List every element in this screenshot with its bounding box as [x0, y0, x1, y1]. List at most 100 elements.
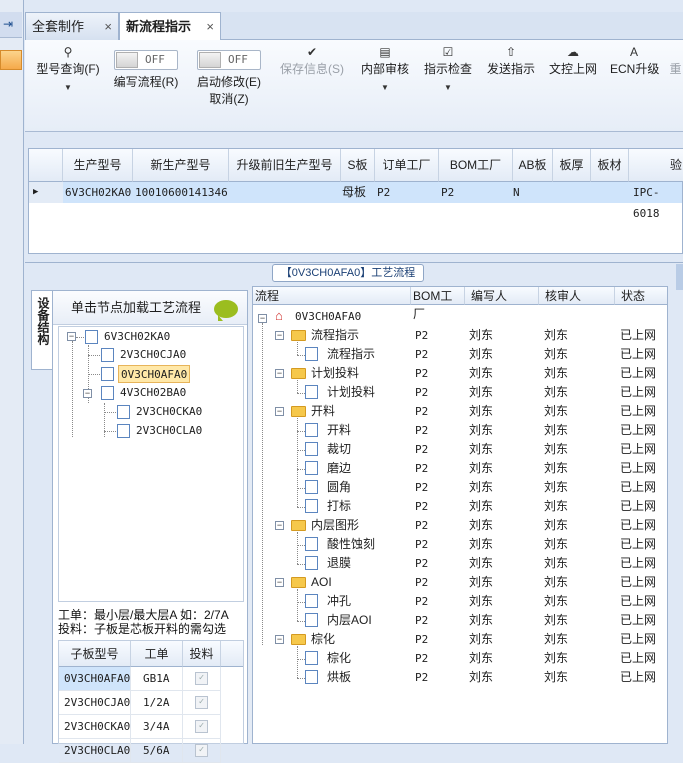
splitter[interactable]	[668, 290, 683, 744]
subboard-model[interactable]: 0V3CH0AFA0	[59, 667, 131, 691]
subboard-model[interactable]: 2V3CH0CLA0	[59, 739, 131, 763]
subboard-model[interactable]: 2V3CH0CKA0	[59, 715, 131, 739]
column-header[interactable]: 新生产型号	[133, 149, 229, 182]
grid-cell[interactable]	[553, 182, 591, 203]
column-header[interactable]: 流程	[253, 287, 411, 305]
status: 已上网	[620, 613, 657, 627]
left-active-item[interactable]	[0, 50, 22, 70]
tree-root[interactable]: 0V3CH0AFA0	[295, 307, 361, 326]
grid-cell[interactable]: IPC-6018	[629, 182, 682, 220]
feed-checkbox[interactable]: ✓	[195, 744, 208, 757]
subboard-order[interactable]: 5/6A	[131, 739, 183, 763]
subboard-order[interactable]: 3/4A	[131, 715, 183, 739]
tree-node[interactable]: 2V3CH0CLA0	[136, 422, 202, 440]
status: 已上网	[620, 670, 657, 684]
column-header[interactable]: 订单工厂	[375, 149, 439, 182]
document-icon	[85, 330, 98, 344]
document-icon	[305, 385, 318, 399]
feed-checkbox[interactable]: ✓	[195, 672, 208, 685]
column-header[interactable]: 升级前旧生产型号	[229, 149, 341, 182]
document-icon	[305, 461, 318, 475]
subboard-model[interactable]: 2V3CH0CJA0	[59, 691, 131, 715]
collapse-icon[interactable]: −	[67, 332, 76, 341]
column-header[interactable]: 状态	[615, 287, 667, 305]
column-header[interactable]: BOM工厂	[411, 287, 465, 321]
column-header[interactable]: BOM工厂	[439, 149, 513, 182]
collapse-icon[interactable]: −	[275, 331, 284, 340]
bom-factory: P2	[415, 329, 429, 342]
auditor: 刘东	[544, 347, 569, 361]
auditor: 刘东	[544, 556, 569, 570]
ecn-upgrade-button[interactable]: A ECN升级	[610, 44, 659, 77]
grid-cell[interactable]: P2	[439, 182, 513, 203]
check-instruction-button[interactable]: ☑ 指示检查 ▼	[422, 44, 474, 92]
tree-node[interactable]: 6V3CH02KA0	[104, 328, 170, 346]
send-instruction-button[interactable]: ⇧ 发送指示	[485, 44, 537, 77]
column-header[interactable]: 板材	[591, 149, 629, 182]
column-header[interactable]: 板厚	[553, 149, 591, 182]
auditor: 刘东	[544, 423, 569, 437]
collapse-icon[interactable]: −	[275, 369, 284, 378]
grid-cell[interactable]	[229, 182, 341, 203]
tab-device-structure[interactable]: 设备结构	[31, 290, 53, 370]
login-icon[interactable]: ⇥	[0, 12, 22, 38]
feed-checkbox[interactable]: ✓	[195, 720, 208, 733]
tab-full-set[interactable]: 全套制作 ×	[25, 12, 119, 40]
save-info-button[interactable]: ✔ 保存信息(S)	[278, 44, 346, 77]
grid-cell[interactable]: P2	[375, 182, 439, 203]
doc-upload-button[interactable]: ☁ 文控上网	[547, 44, 599, 77]
bom-factory: P2	[415, 405, 429, 418]
collapse-icon[interactable]: −	[275, 635, 284, 644]
write-flow-toggle[interactable]: OFF	[114, 50, 178, 70]
column-header[interactable]: 生产型号	[63, 149, 133, 182]
auditor: 刘东	[544, 461, 569, 475]
bom-factory: P2	[415, 557, 429, 570]
column-header[interactable]: 核审人	[539, 287, 615, 305]
column-header[interactable]: AB板	[513, 149, 553, 182]
column-header[interactable]: 工单	[131, 641, 183, 667]
grid-cell[interactable]: 母板	[341, 182, 375, 203]
tree-node[interactable]: 4V3CH02BA0	[120, 384, 186, 402]
close-icon[interactable]: ×	[206, 13, 214, 40]
check-icon: ✔	[306, 45, 318, 59]
subboard-order[interactable]: 1/2A	[131, 691, 183, 715]
column-header[interactable]: 编写人	[465, 287, 539, 305]
writer: 刘东	[469, 499, 494, 513]
column-header[interactable]: 投料	[183, 641, 221, 667]
tree-node[interactable]: 2V3CH0CJA0	[120, 346, 186, 364]
start-edit-button[interactable]: OFF 启动修改(E) 取消(Z)	[193, 50, 265, 107]
grid-cell[interactable]: 6V3CH02KA0	[63, 182, 133, 203]
feed-checkbox[interactable]: ✓	[195, 696, 208, 709]
collapse-icon[interactable]: −	[275, 521, 284, 530]
collapse-icon[interactable]: −	[83, 389, 92, 398]
checkbox-icon: ☑	[442, 45, 454, 59]
document-icon	[305, 442, 318, 456]
close-icon[interactable]: ×	[104, 13, 112, 40]
write-flow-button[interactable]: OFF 编写流程(R)	[110, 50, 182, 90]
grid-cell[interactable]	[591, 182, 629, 203]
column-header[interactable]: 子板型号	[59, 641, 131, 667]
start-edit-toggle[interactable]: OFF	[197, 50, 261, 70]
status: 已上网	[620, 347, 657, 361]
tree-node[interactable]: 2V3CH0CKA0	[136, 403, 202, 421]
model-query-button[interactable]: ⚲ 型号查询(F) ▼	[33, 44, 103, 92]
column-header[interactable]: S板	[341, 149, 375, 182]
flow-name: 圆角	[327, 480, 352, 494]
status: 已上网	[620, 518, 657, 532]
more-button[interactable]: 重	[668, 44, 683, 77]
collapse-icon[interactable]: −	[258, 314, 267, 323]
row-indicator[interactable]: ▶	[29, 182, 63, 203]
column-header[interactable]: 验	[629, 149, 683, 182]
subboard-order[interactable]: GB1A	[131, 667, 183, 691]
tree-node-selected[interactable]: 0V3CH0AFA0	[118, 365, 191, 383]
flow-name: 裁切	[327, 442, 352, 456]
folder-icon	[291, 406, 306, 417]
collapse-icon[interactable]: −	[275, 407, 284, 416]
collapse-icon[interactable]: −	[275, 578, 284, 587]
grid-cell[interactable]: N	[513, 182, 553, 203]
writer: 刘东	[469, 423, 494, 437]
grid-cell[interactable]: 10010600141346	[133, 182, 229, 203]
internal-review-button[interactable]: ▤ 内部审核 ▼	[359, 44, 411, 92]
writer: 刘东	[469, 385, 494, 399]
tab-new-flow[interactable]: 新流程指示 ×	[119, 12, 221, 41]
